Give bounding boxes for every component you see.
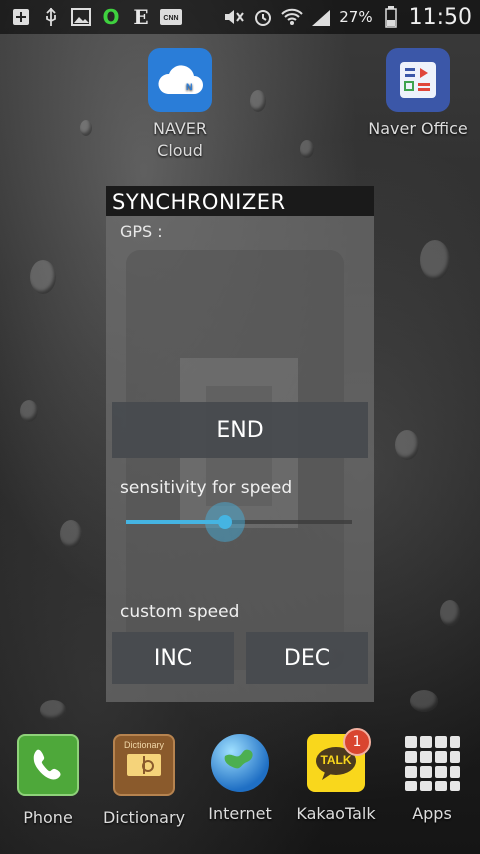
- usb-icon: [40, 6, 62, 28]
- dock-label: Internet: [208, 804, 272, 823]
- app-label: NAVER: [152, 119, 208, 138]
- dialog-title: SYNCHRONIZER: [106, 186, 374, 216]
- app-label: Naver Office: [368, 119, 468, 138]
- dock-label: KakaoTalk: [296, 804, 376, 823]
- dock-label: Phone: [23, 808, 73, 827]
- e-icon: E: [133, 5, 149, 29]
- sensitivity-label: sensitivity for speed: [120, 478, 293, 498]
- dec-button[interactable]: DEC: [246, 632, 368, 684]
- app-naver-cloud[interactable]: N NAVER Cloud: [130, 48, 230, 162]
- gps-label: GPS :: [120, 222, 163, 241]
- dictionary-icon-text: Dictionary: [123, 740, 164, 750]
- apps-grid-icon: [403, 734, 461, 792]
- dock: Phone Dictionary Dictionary Internet TAL…: [0, 728, 480, 854]
- dock-item-apps[interactable]: Apps: [384, 734, 480, 823]
- wifi-icon: [281, 6, 303, 28]
- status-bar: O E CNN 27% 11:50: [0, 0, 480, 34]
- custom-speed-label: custom speed: [120, 602, 240, 622]
- image-icon: [70, 6, 92, 28]
- dock-item-dictionary[interactable]: Dictionary Dictionary: [96, 734, 192, 827]
- sensitivity-slider[interactable]: [126, 502, 352, 542]
- phone-icon: [17, 734, 79, 796]
- slider-thumb[interactable]: [205, 502, 245, 542]
- kakaotalk-icon: TALK 1: [307, 728, 371, 792]
- svg-text:CNN: CNN: [163, 15, 178, 22]
- globe-icon: [211, 734, 269, 792]
- inc-button[interactable]: INC: [112, 632, 234, 684]
- add-icon: [10, 6, 32, 28]
- alarm-icon: [252, 6, 274, 28]
- svg-text:N: N: [186, 82, 193, 92]
- mute-icon: [223, 6, 245, 28]
- signal-icon: [310, 6, 332, 28]
- notification-badge: 1: [343, 728, 371, 756]
- battery-percent: 27%: [339, 8, 373, 26]
- synchronizer-dialog: SYNCHRONIZER GPS : END sensitivity for s…: [106, 186, 374, 702]
- dock-item-phone[interactable]: Phone: [0, 734, 96, 827]
- app-label: Cloud: [157, 141, 203, 160]
- end-button[interactable]: END: [112, 402, 368, 458]
- dock-item-internet[interactable]: Internet: [192, 734, 288, 823]
- battery-icon: [380, 6, 402, 28]
- dock-item-kakaotalk[interactable]: TALK 1 KakaoTalk: [288, 728, 384, 823]
- dock-label: Apps: [412, 804, 452, 823]
- office-icon: [386, 48, 450, 112]
- status-clock: 11:50: [408, 4, 472, 30]
- o-icon: O: [102, 5, 120, 29]
- cloud-icon: N: [148, 48, 212, 112]
- dictionary-icon: Dictionary: [113, 734, 175, 796]
- dock-label: Dictionary: [102, 808, 186, 827]
- app-naver-office[interactable]: Naver Office: [358, 48, 478, 140]
- cnn-icon: CNN: [160, 6, 182, 28]
